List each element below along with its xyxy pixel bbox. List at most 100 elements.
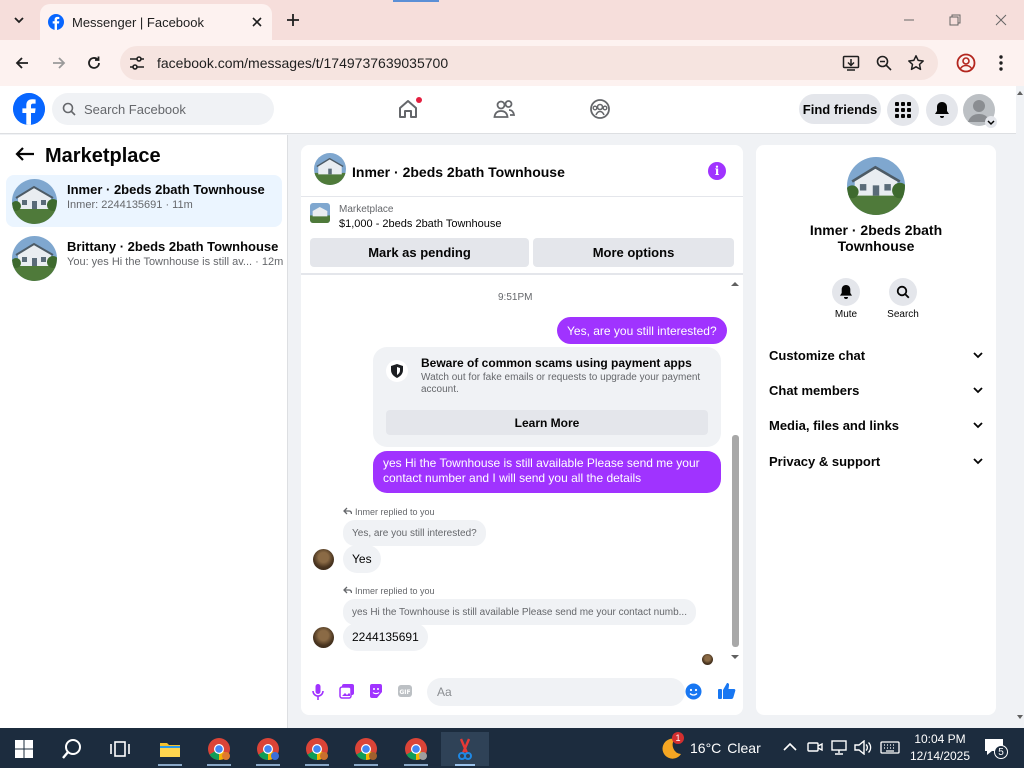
tray-chevron-up-icon[interactable] <box>783 742 797 752</box>
camera-icon[interactable] <box>807 740 823 754</box>
scroll-up-icon[interactable] <box>730 280 740 287</box>
gif-icon[interactable]: GIF <box>397 684 413 698</box>
conversation-item[interactable]: Brittany · 2beds 2bath Townhouse You: ye… <box>6 232 283 284</box>
search-button[interactable] <box>889 278 917 306</box>
reload-button[interactable] <box>79 48 109 78</box>
taskbar-search-button[interactable] <box>52 732 92 766</box>
account-button[interactable] <box>963 94 997 128</box>
notification-center-button[interactable]: 5 <box>983 738 1008 759</box>
learn-more-button[interactable]: Learn More <box>386 410 708 435</box>
minimize-button[interactable] <box>897 8 921 32</box>
plus-icon <box>287 14 299 26</box>
chrome-window-button[interactable] <box>346 732 386 766</box>
listing-description[interactable]: $1,000 - 2beds 2bath Townhouse <box>339 218 501 230</box>
back-button[interactable] <box>7 48 37 78</box>
nav-friends[interactable] <box>487 94 521 124</box>
close-window-button[interactable] <box>989 8 1013 32</box>
notifications-button[interactable] <box>926 94 958 126</box>
incoming-message[interactable]: 2244135691 <box>343 623 428 651</box>
scroll-down-icon[interactable] <box>730 654 740 661</box>
chrome-window-button[interactable] <box>199 732 239 766</box>
photo-icon[interactable] <box>339 683 355 699</box>
sticker-icon[interactable] <box>368 683 384 699</box>
chat-members-row[interactable]: Chat members <box>769 380 983 400</box>
scroll-up-icon[interactable] <box>1017 90 1023 95</box>
quoted-message[interactable]: Yes, are you still interested? <box>343 520 486 546</box>
browser-tab[interactable]: Messenger | Facebook <box>40 4 272 40</box>
scam-warning-card: Beware of common scams using payment app… <box>373 347 721 447</box>
chrome-window-button[interactable] <box>396 732 436 766</box>
network-icon[interactable] <box>831 740 847 755</box>
menu-button[interactable] <box>887 94 919 126</box>
conversation-name: Inmer · 2beds 2bath Townhouse <box>67 182 265 197</box>
site-info-icon[interactable] <box>129 56 145 70</box>
scroll-down-icon[interactable] <box>1017 715 1023 720</box>
chat-avatar[interactable] <box>314 153 346 185</box>
thumbs-up-icon[interactable] <box>717 681 736 700</box>
chat-title[interactable]: Inmer · 2beds 2bath Townhouse <box>352 164 565 180</box>
clock-date: 12/14/2025 <box>909 749 971 763</box>
outgoing-message[interactable]: Yes, are you still interested? <box>557 317 727 344</box>
profile-picture[interactable] <box>847 157 905 215</box>
message-input-placeholder: Aa <box>437 685 452 699</box>
customize-chat-row[interactable]: Customize chat <box>769 345 983 365</box>
close-icon <box>995 14 1007 26</box>
media-files-links-row[interactable]: Media, files and links <box>769 415 983 435</box>
listing-thumbnail[interactable] <box>310 203 330 223</box>
outgoing-message[interactable]: yes Hi the Townhouse is still available … <box>373 451 721 493</box>
search-icon <box>62 739 81 759</box>
chrome-window-button[interactable] <box>248 732 288 766</box>
new-tab-button[interactable] <box>282 9 304 31</box>
mute-button[interactable] <box>832 278 860 306</box>
weather-widget[interactable]: 1 16°C Clear <box>660 732 761 760</box>
chat-info-panel: Inmer · 2beds 2bath Townhouse Mute Searc… <box>756 145 996 715</box>
address-bar[interactable]: facebook.com/messages/t/1749737639035700 <box>120 46 938 80</box>
scrollbar-thumb[interactable] <box>732 435 739 647</box>
nav-home[interactable] <box>391 94 425 124</box>
zoom-icon[interactable] <box>875 54 893 72</box>
install-app-icon[interactable] <box>842 54 860 72</box>
profile-icon[interactable] <box>956 53 976 73</box>
restore-button[interactable] <box>943 8 967 32</box>
windows-icon <box>15 740 33 758</box>
facebook-search-input[interactable]: Search Facebook <box>52 93 274 125</box>
microphone-icon[interactable] <box>312 683 324 701</box>
keyboard-icon[interactable] <box>880 741 900 754</box>
clock[interactable]: 10:04 PM 12/14/2025 <box>908 731 972 765</box>
sender-avatar[interactable] <box>313 549 334 570</box>
tab-search-button[interactable] <box>8 8 30 32</box>
task-view-button[interactable] <box>100 732 140 766</box>
chrome-window-button[interactable] <box>297 732 337 766</box>
message-input[interactable]: Aa <box>427 678 685 706</box>
clock-time: 10:04 PM <box>914 732 966 746</box>
bookmark-star-icon[interactable] <box>907 54 925 72</box>
mark-pending-button[interactable]: Mark as pending <box>310 238 529 267</box>
active-app-button[interactable] <box>441 732 489 766</box>
scam-title: Beware of common scams using payment app… <box>421 356 692 370</box>
incoming-message[interactable]: Yes <box>343 545 381 573</box>
forward-button[interactable] <box>44 48 74 78</box>
facebook-logo[interactable] <box>13 93 45 125</box>
find-friends-button[interactable]: Find friends <box>799 94 881 124</box>
close-tab-icon[interactable] <box>252 17 262 27</box>
running-indicator <box>158 764 182 766</box>
profile-name: Inmer · 2beds 2bath Townhouse <box>809 222 943 254</box>
page-scrollbar[interactable] <box>1016 86 1024 728</box>
volume-icon[interactable] <box>854 740 872 755</box>
file-explorer-button[interactable] <box>150 732 190 766</box>
quoted-message[interactable]: yes Hi the Townhouse is still available … <box>343 599 696 625</box>
conversation-item[interactable]: Inmer · 2beds 2bath Townhouse Inmer: 224… <box>6 175 282 227</box>
emoji-icon[interactable] <box>685 683 702 700</box>
chrome-icon <box>355 738 377 760</box>
back-arrow-icon[interactable] <box>14 147 36 161</box>
start-button[interactable] <box>4 732 44 766</box>
more-options-button[interactable]: More options <box>533 238 734 267</box>
running-indicator <box>207 764 231 766</box>
folder-icon <box>160 743 180 757</box>
browser-tab-strip: Messenger | Facebook <box>0 0 1024 40</box>
kebab-menu-icon[interactable] <box>997 54 1005 72</box>
nav-groups[interactable] <box>583 94 617 124</box>
sender-avatar[interactable] <box>313 627 334 648</box>
info-icon[interactable]: i <box>708 162 726 180</box>
privacy-support-row[interactable]: Privacy & support <box>769 451 983 471</box>
